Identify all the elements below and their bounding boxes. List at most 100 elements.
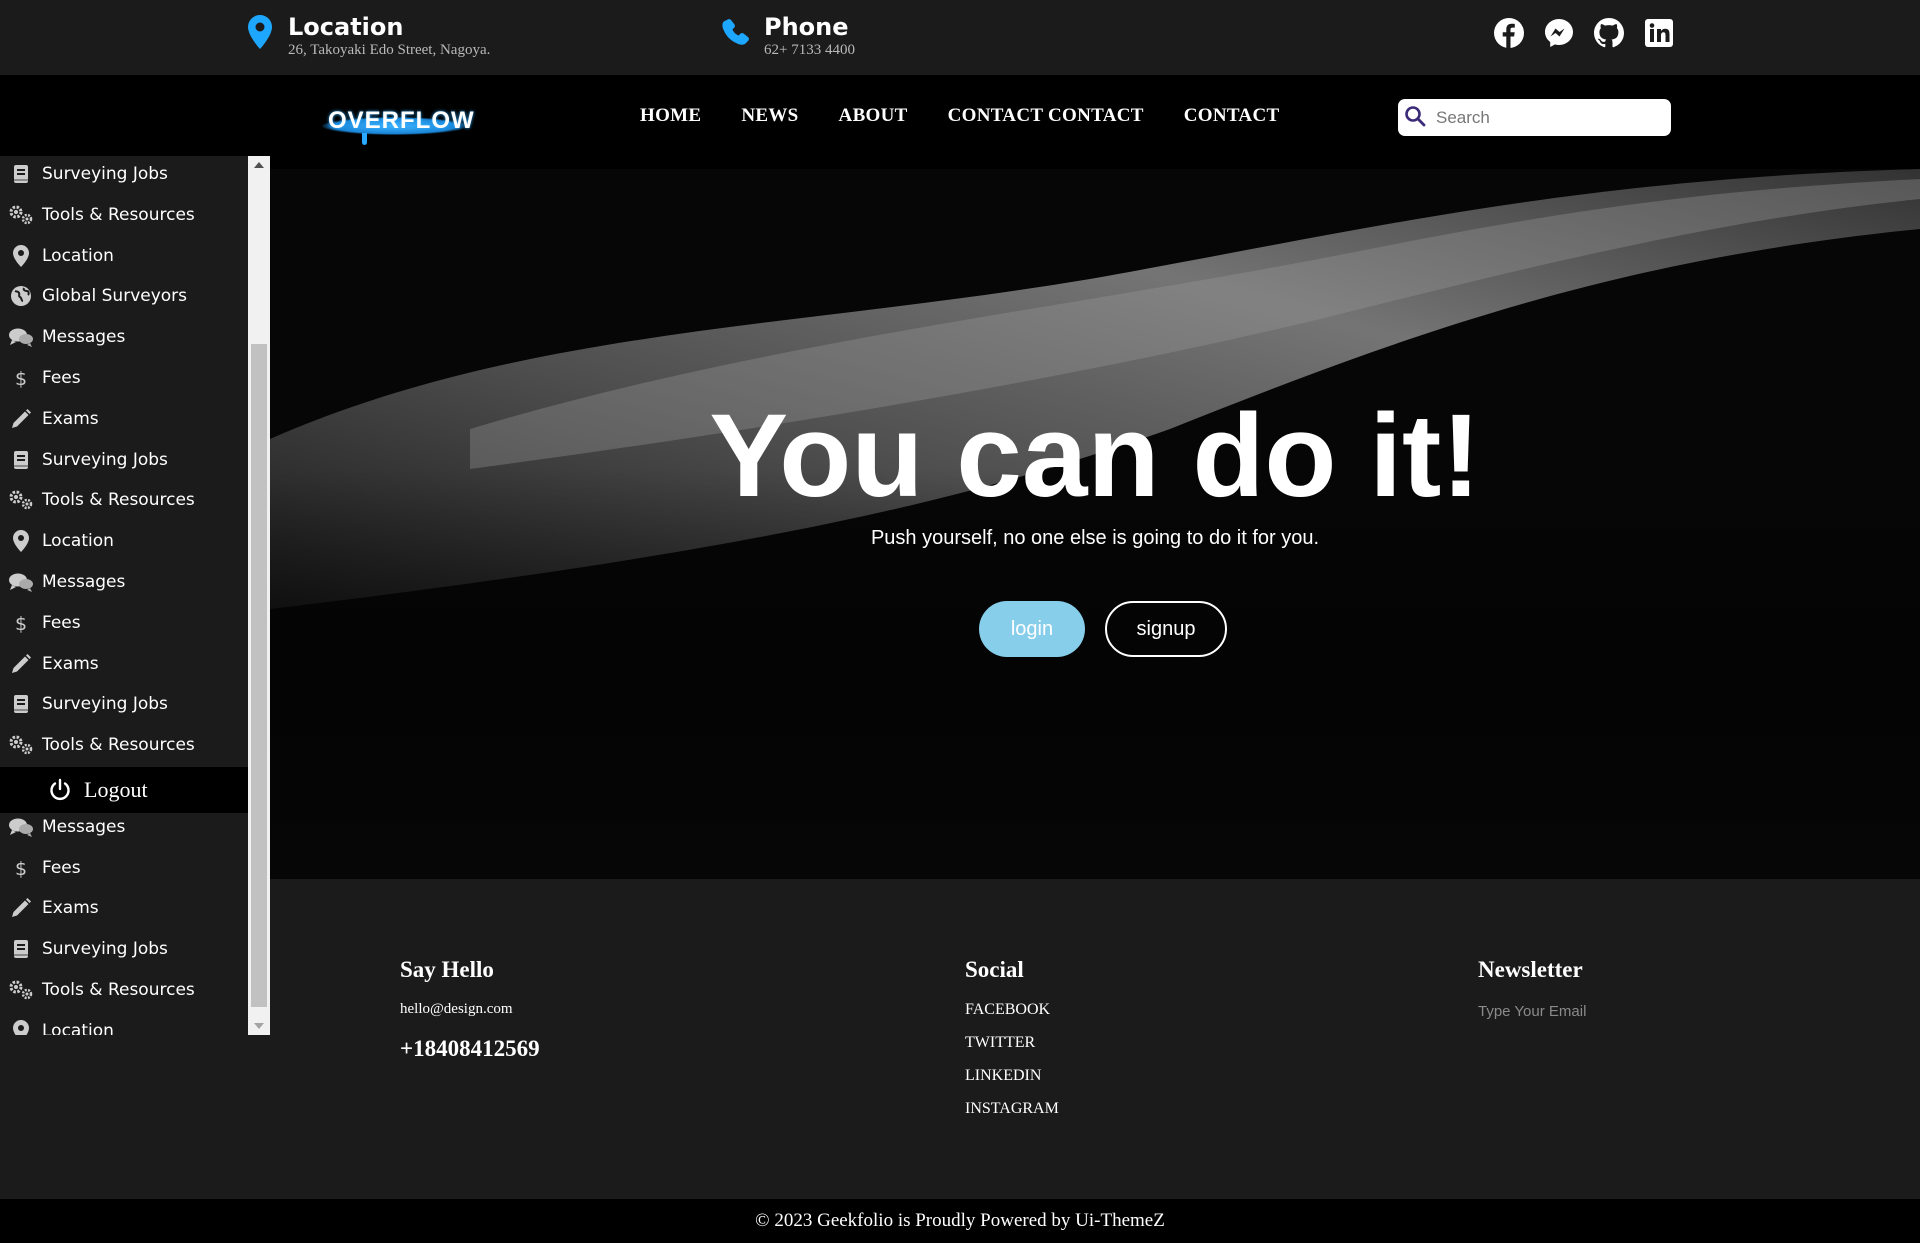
- nav-about[interactable]: ABOUT: [839, 105, 908, 127]
- sidebar-item[interactable]: $ Fees: [0, 848, 248, 888]
- globe-icon: [8, 283, 34, 309]
- sidebar-item[interactable]: $ Fees: [0, 603, 248, 643]
- sidebar-item-label: Location: [42, 531, 114, 552]
- say-hello-heading: Say Hello: [400, 957, 494, 982]
- footer-link-linkedin[interactable]: LINKEDIN: [965, 1067, 1059, 1085]
- sidebar-item-label: Messages: [42, 816, 126, 837]
- power-icon: [48, 778, 72, 802]
- footer-newsletter: Newsletter: [1478, 957, 1698, 1020]
- search-icon: [1404, 105, 1426, 131]
- search-box[interactable]: [1398, 99, 1671, 136]
- sidebar-scrollbar[interactable]: [248, 156, 270, 1035]
- search-input[interactable]: [1436, 107, 1656, 128]
- phone-icon: [722, 12, 750, 52]
- nav-links: HOME NEWS ABOUT CONTACT CONTACT CONTACT: [640, 105, 1279, 127]
- nav-home[interactable]: HOME: [640, 105, 701, 127]
- location-address: 26, Takoyaki Edo Street, Nagoya.: [288, 42, 491, 58]
- footer: Say Hello hello@design.com +18408412569 …: [270, 879, 1920, 1199]
- sidebar-item[interactable]: $ Fees: [0, 358, 248, 398]
- sidebar-item-label: Exams: [42, 408, 99, 429]
- sidebar-item[interactable]: Location: [0, 1011, 248, 1035]
- dollar-icon: $: [8, 855, 34, 881]
- sidebar-item-label: Surveying Jobs: [42, 694, 168, 715]
- logout-button[interactable]: Logout: [0, 767, 248, 813]
- sidebar-item[interactable]: Location: [0, 236, 248, 276]
- scroll-up-arrow-icon[interactable]: [254, 162, 264, 168]
- logout-label: Logout: [84, 777, 148, 802]
- svg-text:$: $: [15, 613, 27, 634]
- map-pin-icon: [8, 528, 34, 554]
- map-pin-icon: [246, 12, 274, 52]
- signup-button[interactable]: signup: [1105, 601, 1227, 657]
- phone-info: Phone 62+ 7133 4400: [722, 12, 855, 58]
- book-icon: [8, 936, 34, 962]
- main-navbar: OVERFLOW HOME NEWS ABOUT CONTACT CONTACT…: [0, 75, 1920, 169]
- nav-contact-contact[interactable]: CONTACT CONTACT: [948, 105, 1144, 127]
- footer-phone[interactable]: +18408412569: [400, 1036, 540, 1062]
- sidebar-item-label: Global Surveyors: [42, 286, 188, 307]
- pencil-icon: [8, 651, 34, 677]
- copyright-bar: © 2023 Geekfolio is Proudly Powered by U…: [0, 1199, 1920, 1243]
- sidebar-item[interactable]: Exams: [0, 888, 248, 928]
- book-icon: [8, 161, 34, 187]
- sidebar-item-label: Exams: [42, 898, 99, 919]
- sidebar-item-label: Tools & Resources: [42, 735, 195, 756]
- footer-link-instagram[interactable]: INSTAGRAM: [965, 1100, 1059, 1118]
- gears-icon: [8, 487, 34, 513]
- book-icon: [8, 447, 34, 473]
- sidebar-item-label: Tools & Resources: [42, 490, 195, 511]
- hero-subtitle: Push yourself, no one else is going to d…: [870, 527, 1320, 549]
- sidebar-item-label: Tools & Resources: [42, 204, 195, 225]
- nav-contact[interactable]: CONTACT: [1184, 105, 1280, 127]
- sidebar-item[interactable]: Surveying Jobs: [0, 440, 248, 480]
- sidebar-item[interactable]: Exams: [0, 644, 248, 684]
- sidebar-item[interactable]: Location: [0, 521, 248, 561]
- sidebar-item[interactable]: Surveying Jobs: [0, 929, 248, 969]
- sidebar-item-label: Location: [42, 1020, 114, 1035]
- social-icons: [1493, 17, 1675, 49]
- svg-text:$: $: [15, 858, 27, 879]
- gears-icon: [8, 202, 34, 228]
- messenger-icon[interactable]: [1543, 17, 1575, 49]
- sidebar-item-label: Surveying Jobs: [42, 449, 168, 470]
- pencil-icon: [8, 406, 34, 432]
- sidebar-item[interactable]: Exams: [0, 399, 248, 439]
- svg-text:$: $: [15, 368, 27, 389]
- sidebar-item[interactable]: Tools & Resources: [0, 970, 248, 1010]
- sidebar-item[interactable]: Global Surveyors: [0, 276, 248, 316]
- facebook-icon[interactable]: [1493, 17, 1525, 49]
- nav-news[interactable]: NEWS: [741, 105, 798, 127]
- overflow-logo[interactable]: OVERFLOW: [322, 103, 474, 149]
- gears-icon: [8, 977, 34, 1003]
- chat-icon: [8, 569, 34, 595]
- sidebar-item[interactable]: Surveying Jobs: [0, 156, 248, 194]
- sidebar-item-label: Fees: [42, 368, 81, 388]
- newsletter-heading: Newsletter: [1478, 957, 1583, 982]
- sidebar-item-label: Messages: [42, 327, 126, 348]
- sidebar-item-label: Exams: [42, 653, 99, 674]
- sidebar-item[interactable]: Messages: [0, 562, 248, 602]
- github-icon[interactable]: [1593, 17, 1625, 49]
- map-pin-icon: [8, 1018, 34, 1035]
- sidebar-item[interactable]: Tools & Resources: [0, 195, 248, 235]
- newsletter-email-input[interactable]: [1478, 1003, 1698, 1020]
- sidebar-item-label: Fees: [42, 612, 81, 633]
- top-info-bar: Location 26, Takoyaki Edo Street, Nagoya…: [0, 0, 1920, 75]
- chat-icon: [8, 324, 34, 350]
- scroll-down-arrow-icon[interactable]: [254, 1023, 264, 1029]
- copyright-text: © 2023 Geekfolio is Proudly Powered by U…: [755, 1210, 1165, 1231]
- location-info: Location 26, Takoyaki Edo Street, Nagoya…: [246, 12, 490, 58]
- sidebar-item[interactable]: Tools & Resources: [0, 725, 248, 765]
- scrollbar-thumb[interactable]: [251, 344, 267, 1007]
- login-button[interactable]: login: [979, 601, 1085, 657]
- sidebar-item-label: Messages: [42, 572, 126, 592]
- sidebar-item[interactable]: Tools & Resources: [0, 480, 248, 520]
- footer-link-facebook[interactable]: FACEBOOK: [965, 1001, 1059, 1019]
- sidebar-item[interactable]: Messages: [0, 317, 248, 357]
- linkedin-icon[interactable]: [1643, 17, 1675, 49]
- sidebar-item-label: Fees: [42, 857, 81, 878]
- footer-email[interactable]: hello@design.com: [400, 1001, 540, 1018]
- footer-link-twitter[interactable]: TWITTER: [965, 1034, 1059, 1052]
- sidebar-item[interactable]: Surveying Jobs: [0, 684, 248, 724]
- book-icon: [8, 691, 34, 717]
